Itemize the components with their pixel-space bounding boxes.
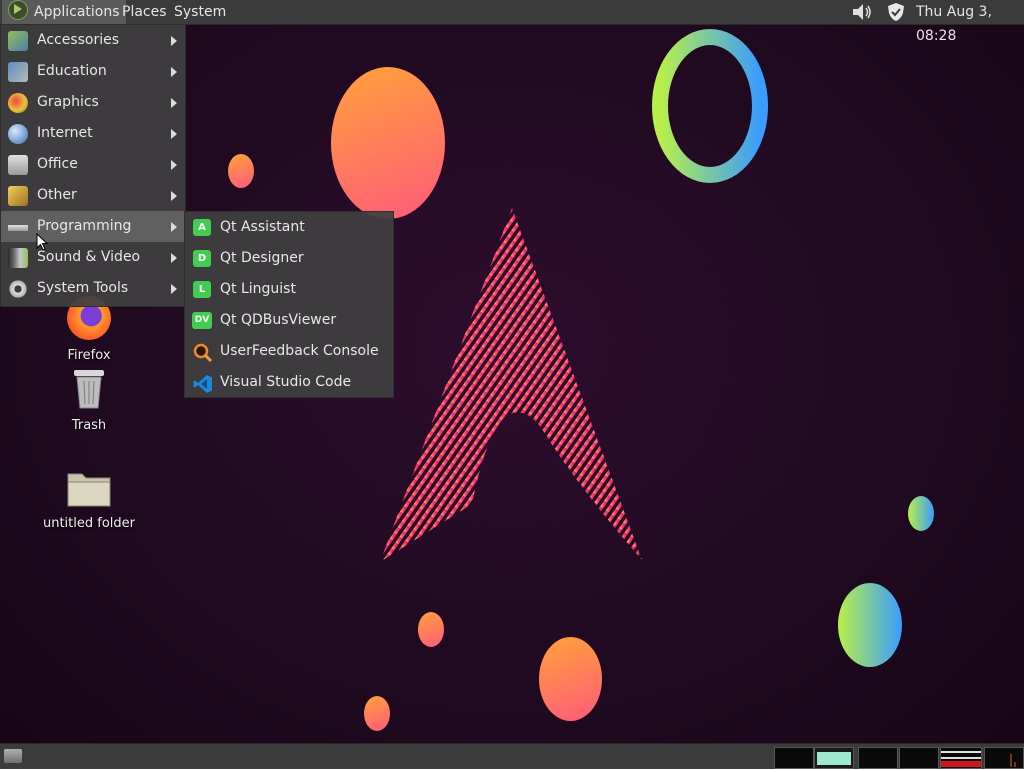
- menu-item-label: System Tools: [37, 280, 129, 296]
- menu-item-label: Accessories: [37, 32, 120, 48]
- accessories-icon: [8, 31, 28, 51]
- applications-menu: Accessories Education Graphics Internet …: [0, 24, 186, 307]
- menu-item-userfeedback-console[interactable]: UserFeedback Console: [185, 336, 393, 367]
- qt-qdbusviewer-icon: DV: [192, 312, 212, 329]
- submenu-arrow-icon: [171, 36, 177, 46]
- places-menu-button[interactable]: Places: [116, 0, 173, 24]
- menu-item-qt-designer[interactable]: D Qt Designer: [185, 243, 393, 274]
- menu-item-system-tools[interactable]: System Tools: [1, 273, 185, 304]
- menu-item-label: UserFeedback Console: [220, 343, 379, 359]
- wallpaper-orb: [418, 612, 444, 647]
- menu-item-label: Qt Designer: [220, 250, 304, 266]
- menu-item-education[interactable]: Education: [1, 56, 185, 87]
- desktop-icon-trash[interactable]: Trash: [34, 368, 144, 433]
- menu-item-label: Other: [37, 187, 77, 203]
- other-icon: [8, 186, 28, 206]
- submenu-arrow-icon: [171, 191, 177, 201]
- menu-item-office[interactable]: Office: [1, 149, 185, 180]
- menu-item-label: Graphics: [37, 94, 99, 110]
- arch-logo: [380, 208, 642, 562]
- system-menu-button[interactable]: System: [168, 0, 232, 24]
- menu-item-label: Qt Assistant: [220, 219, 305, 235]
- menu-item-qt-linguist[interactable]: L Qt Linguist: [185, 274, 393, 305]
- menu-item-sound-video[interactable]: Sound & Video: [1, 242, 185, 273]
- wallpaper-ring: [652, 29, 768, 183]
- shield-icon[interactable]: [884, 0, 908, 24]
- programming-icon: [8, 217, 28, 237]
- qt-linguist-icon: L: [193, 281, 211, 298]
- submenu-arrow-icon: [171, 284, 177, 294]
- bottom-panel: [0, 743, 1024, 769]
- qt-designer-icon: D: [193, 250, 211, 267]
- desktop-icon-untitled-folder[interactable]: untitled folder: [34, 468, 144, 531]
- submenu-arrow-icon: [171, 160, 177, 170]
- menu-item-graphics[interactable]: Graphics: [1, 87, 185, 118]
- menu-item-label: Programming: [37, 218, 132, 234]
- submenu-arrow-icon: [171, 67, 177, 77]
- network-monitor-graph[interactable]: [984, 747, 1024, 769]
- mouse-cursor-icon: [36, 233, 48, 251]
- wallpaper-orb: [908, 496, 934, 531]
- menu-item-internet[interactable]: Internet: [1, 118, 185, 149]
- applications-menu-label: Applications: [34, 4, 120, 20]
- menu-item-programming[interactable]: Programming: [1, 211, 185, 242]
- wallpaper-orb: [838, 583, 902, 667]
- workspace-switcher-3[interactable]: [858, 747, 898, 769]
- wallpaper-orb: [539, 637, 602, 721]
- menu-item-label: Sound & Video: [37, 249, 141, 265]
- graphics-icon: [8, 93, 28, 113]
- wallpaper-orb: [331, 67, 445, 219]
- volume-icon[interactable]: [846, 0, 876, 24]
- menu-item-label: Education: [37, 63, 107, 79]
- applications-menu-button[interactable]: Applications: [2, 0, 126, 24]
- submenu-arrow-icon: [171, 129, 177, 139]
- system-monitor-graph[interactable]: [940, 747, 982, 769]
- menu-item-qt-assistant[interactable]: A Qt Assistant: [185, 212, 393, 243]
- workspace-switcher-4[interactable]: [899, 747, 939, 769]
- applications-logo-icon: [8, 0, 28, 20]
- clock[interactable]: Thu Aug 3, 08:28: [912, 0, 1024, 44]
- menu-item-visual-studio-code[interactable]: Visual Studio Code: [185, 367, 393, 398]
- top-panel: Applications Places System Thu Aug 3, 08…: [0, 0, 1024, 44]
- trash-icon: [71, 368, 107, 410]
- submenu-arrow-icon: [171, 98, 177, 108]
- show-desktop-icon[interactable]: [4, 749, 22, 763]
- desktop-icon-label: Trash: [71, 418, 107, 433]
- submenu-arrow-icon: [171, 253, 177, 263]
- menu-item-other[interactable]: Other: [1, 180, 185, 211]
- system-tools-icon: [8, 279, 28, 299]
- submenu-arrow-icon: [171, 222, 177, 232]
- wallpaper-orb: [364, 696, 390, 731]
- programming-submenu: A Qt Assistant D Qt Designer L Qt Lingui…: [184, 211, 394, 398]
- qt-assistant-icon: A: [193, 219, 211, 236]
- menu-item-qt-qdbusviewer[interactable]: DV Qt QDBusViewer: [185, 305, 393, 336]
- vscode-icon: [193, 374, 213, 394]
- menu-item-label: Internet: [37, 125, 93, 141]
- menu-item-label: Qt Linguist: [220, 281, 296, 297]
- menu-item-label: Visual Studio Code: [220, 374, 352, 390]
- internet-icon: [8, 124, 28, 144]
- wallpaper-orb: [228, 154, 254, 188]
- workspace-switcher-2[interactable]: [814, 747, 854, 769]
- workspace-switcher-1[interactable]: [774, 747, 814, 769]
- education-icon: [8, 62, 28, 82]
- desktop-icon-label: untitled folder: [42, 516, 135, 531]
- magnifier-icon: [193, 343, 213, 363]
- sound-video-icon: [8, 248, 28, 268]
- office-icon: [8, 155, 28, 175]
- menu-item-accessories[interactable]: Accessories: [1, 25, 185, 56]
- menu-item-label: Qt QDBusViewer: [220, 312, 337, 328]
- desktop-icon-label: Firefox: [67, 348, 111, 363]
- menu-item-label: Office: [37, 156, 78, 172]
- folder-icon: [66, 468, 112, 508]
